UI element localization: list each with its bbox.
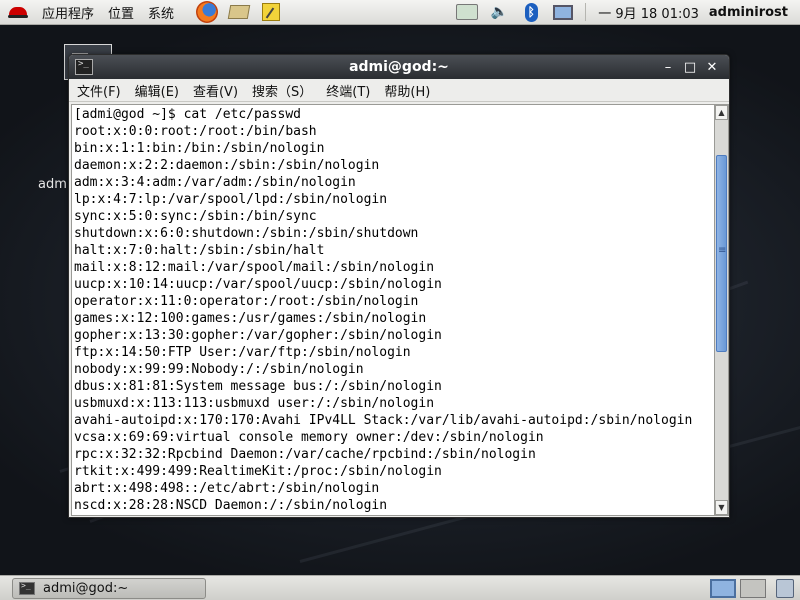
panel-menus: 应用程序 位置 系统 bbox=[36, 0, 194, 25]
window-menu-icon[interactable] bbox=[75, 59, 93, 75]
terminal-lines: [admi@god ~]$ cat /etc/passwd root:x:0:0:… bbox=[72, 105, 714, 514]
workspace-1[interactable] bbox=[710, 579, 736, 598]
terminal-menubar: 文件(F) 编辑(E) 查看(V) 搜索（S） 终端(T) 帮助(H) bbox=[69, 79, 729, 102]
terminal-line: usbmuxd:x:113:113:usbmuxd user:/:/sbin/n… bbox=[74, 396, 435, 411]
terminal-line: halt:x:7:0:halt:/sbin:/sbin/halt bbox=[74, 243, 325, 258]
terminal-line: root:x:0:0:root:/root:/bin/bash bbox=[74, 124, 317, 139]
terminal-line: sync:x:5:0:sync:/sbin:/bin/sync bbox=[74, 209, 317, 224]
terminal-line: nobody:x:99:99:Nobody:/:/sbin/nologin bbox=[74, 362, 364, 377]
terminal-line: nscd:x:28:28:NSCD Daemon:/:/sbin/nologin bbox=[74, 498, 388, 513]
terminal-line: dbus:x:81:81:System message bus:/:/sbin/… bbox=[74, 379, 442, 394]
panel-separator bbox=[585, 3, 587, 21]
taskbar-window-label: admi@god:~ bbox=[43, 581, 129, 596]
window-controls: – □ ✕ bbox=[657, 58, 723, 76]
terminal-line: adm:x:3:4:adm:/var/adm:/sbin/nologin bbox=[74, 175, 356, 190]
window-titlebar[interactable]: admi@god:~ – □ ✕ bbox=[69, 55, 729, 79]
terminal-line: daemon:x:2:2:daemon:/sbin:/sbin/nologin bbox=[74, 158, 380, 173]
desktop-icon-label[interactable]: admi bbox=[38, 177, 71, 192]
menu-edit[interactable]: 编辑(E) bbox=[135, 81, 179, 100]
top-panel: 应用程序 位置 系统 🔈 ᛒ 一 9月 18 01:03 adminirost bbox=[0, 0, 800, 25]
trash-icon[interactable] bbox=[776, 579, 794, 598]
applications-menu[interactable]: 应用程序 bbox=[42, 3, 94, 22]
firefox-icon[interactable] bbox=[194, 1, 220, 23]
terminal-line: vcsa:x:69:69:virtual console memory owne… bbox=[74, 430, 544, 445]
terminal-line: mail:x:8:12:mail:/var/spool/mail:/sbin/n… bbox=[74, 260, 435, 275]
volume-icon[interactable]: 🔈 bbox=[488, 2, 510, 22]
places-menu[interactable]: 位置 bbox=[108, 3, 134, 22]
clock[interactable]: 一 9月 18 01:03 bbox=[598, 3, 699, 22]
scroll-up-icon[interactable]: ▲ bbox=[715, 105, 728, 120]
scrollbar-thumb[interactable] bbox=[716, 155, 727, 352]
command-prompt-line: [admi@god ~]$ cat /etc/passwd bbox=[74, 107, 301, 122]
mail-icon[interactable] bbox=[226, 1, 252, 23]
terminal-line: uucp:x:10:14:uucp:/var/spool/uucp:/sbin/… bbox=[74, 277, 442, 292]
terminal-line: operator:x:11:0:operator:/root:/sbin/nol… bbox=[74, 294, 419, 309]
system-tray: 🔈 ᛒ 一 9月 18 01:03 adminirost bbox=[451, 0, 800, 25]
close-button[interactable]: ✕ bbox=[701, 58, 723, 76]
notes-icon[interactable] bbox=[258, 1, 284, 23]
terminal-line: shutdown:x:6:0:shutdown:/sbin:/sbin/shut… bbox=[74, 226, 419, 241]
taskbar-window-button[interactable]: admi@god:~ bbox=[12, 578, 206, 599]
terminal-line: rpc:x:32:32:Rpcbind Daemon:/var/cache/rp… bbox=[74, 447, 536, 462]
network-icon[interactable] bbox=[456, 2, 479, 22]
scroll-down-icon[interactable]: ▼ bbox=[715, 500, 728, 515]
terminal-line: ftp:x:14:50:FTP User:/var/ftp:/sbin/nolo… bbox=[74, 345, 411, 360]
terminal-line: gopher:x:13:30:gopher:/var/gopher:/sbin/… bbox=[74, 328, 442, 343]
bluetooth-icon[interactable]: ᛒ bbox=[520, 2, 542, 22]
terminal-line: rtkit:x:499:499:RealtimeKit:/proc:/sbin/… bbox=[74, 464, 442, 479]
menu-view[interactable]: 查看(V) bbox=[193, 81, 238, 100]
terminal-line: games:x:12:100:games:/usr/games:/sbin/no… bbox=[74, 311, 427, 326]
terminal-line: abrt:x:498:498::/etc/abrt:/sbin/nologin bbox=[74, 481, 380, 496]
menu-terminal[interactable]: 终端(T) bbox=[326, 81, 370, 100]
minimize-button[interactable]: – bbox=[657, 58, 679, 76]
display-icon[interactable] bbox=[552, 2, 574, 22]
menu-file[interactable]: 文件(F) bbox=[77, 81, 121, 100]
workspace-2[interactable] bbox=[740, 579, 766, 598]
terminal-icon bbox=[19, 581, 35, 595]
terminal-line: avahi-autoipd:x:170:170:Avahi IPv4LL Sta… bbox=[74, 413, 693, 428]
terminal-window: admi@god:~ – □ ✕ 文件(F) 编辑(E) 查看(V) 搜索（S）… bbox=[68, 54, 730, 518]
menu-help[interactable]: 帮助(H) bbox=[384, 81, 430, 100]
terminal-line: lp:x:4:7:lp:/var/spool/lpd:/sbin/nologin bbox=[74, 192, 388, 207]
menu-search[interactable]: 搜索（S） bbox=[252, 81, 312, 100]
redhat-logo-icon[interactable] bbox=[8, 4, 28, 20]
system-menu[interactable]: 系统 bbox=[148, 3, 174, 22]
terminal-line: bin:x:1:1:bin:/bin:/sbin/nologin bbox=[74, 141, 325, 156]
maximize-button[interactable]: □ bbox=[679, 58, 701, 76]
user-menu[interactable]: adminirost bbox=[709, 5, 788, 20]
window-title: admi@god:~ bbox=[349, 59, 449, 75]
vertical-scrollbar[interactable]: ▲ ▼ bbox=[715, 104, 729, 516]
bottom-panel: admi@god:~ bbox=[0, 575, 800, 600]
terminal-output[interactable]: [admi@god ~]$ cat /etc/passwd root:x:0:0:… bbox=[71, 104, 715, 516]
